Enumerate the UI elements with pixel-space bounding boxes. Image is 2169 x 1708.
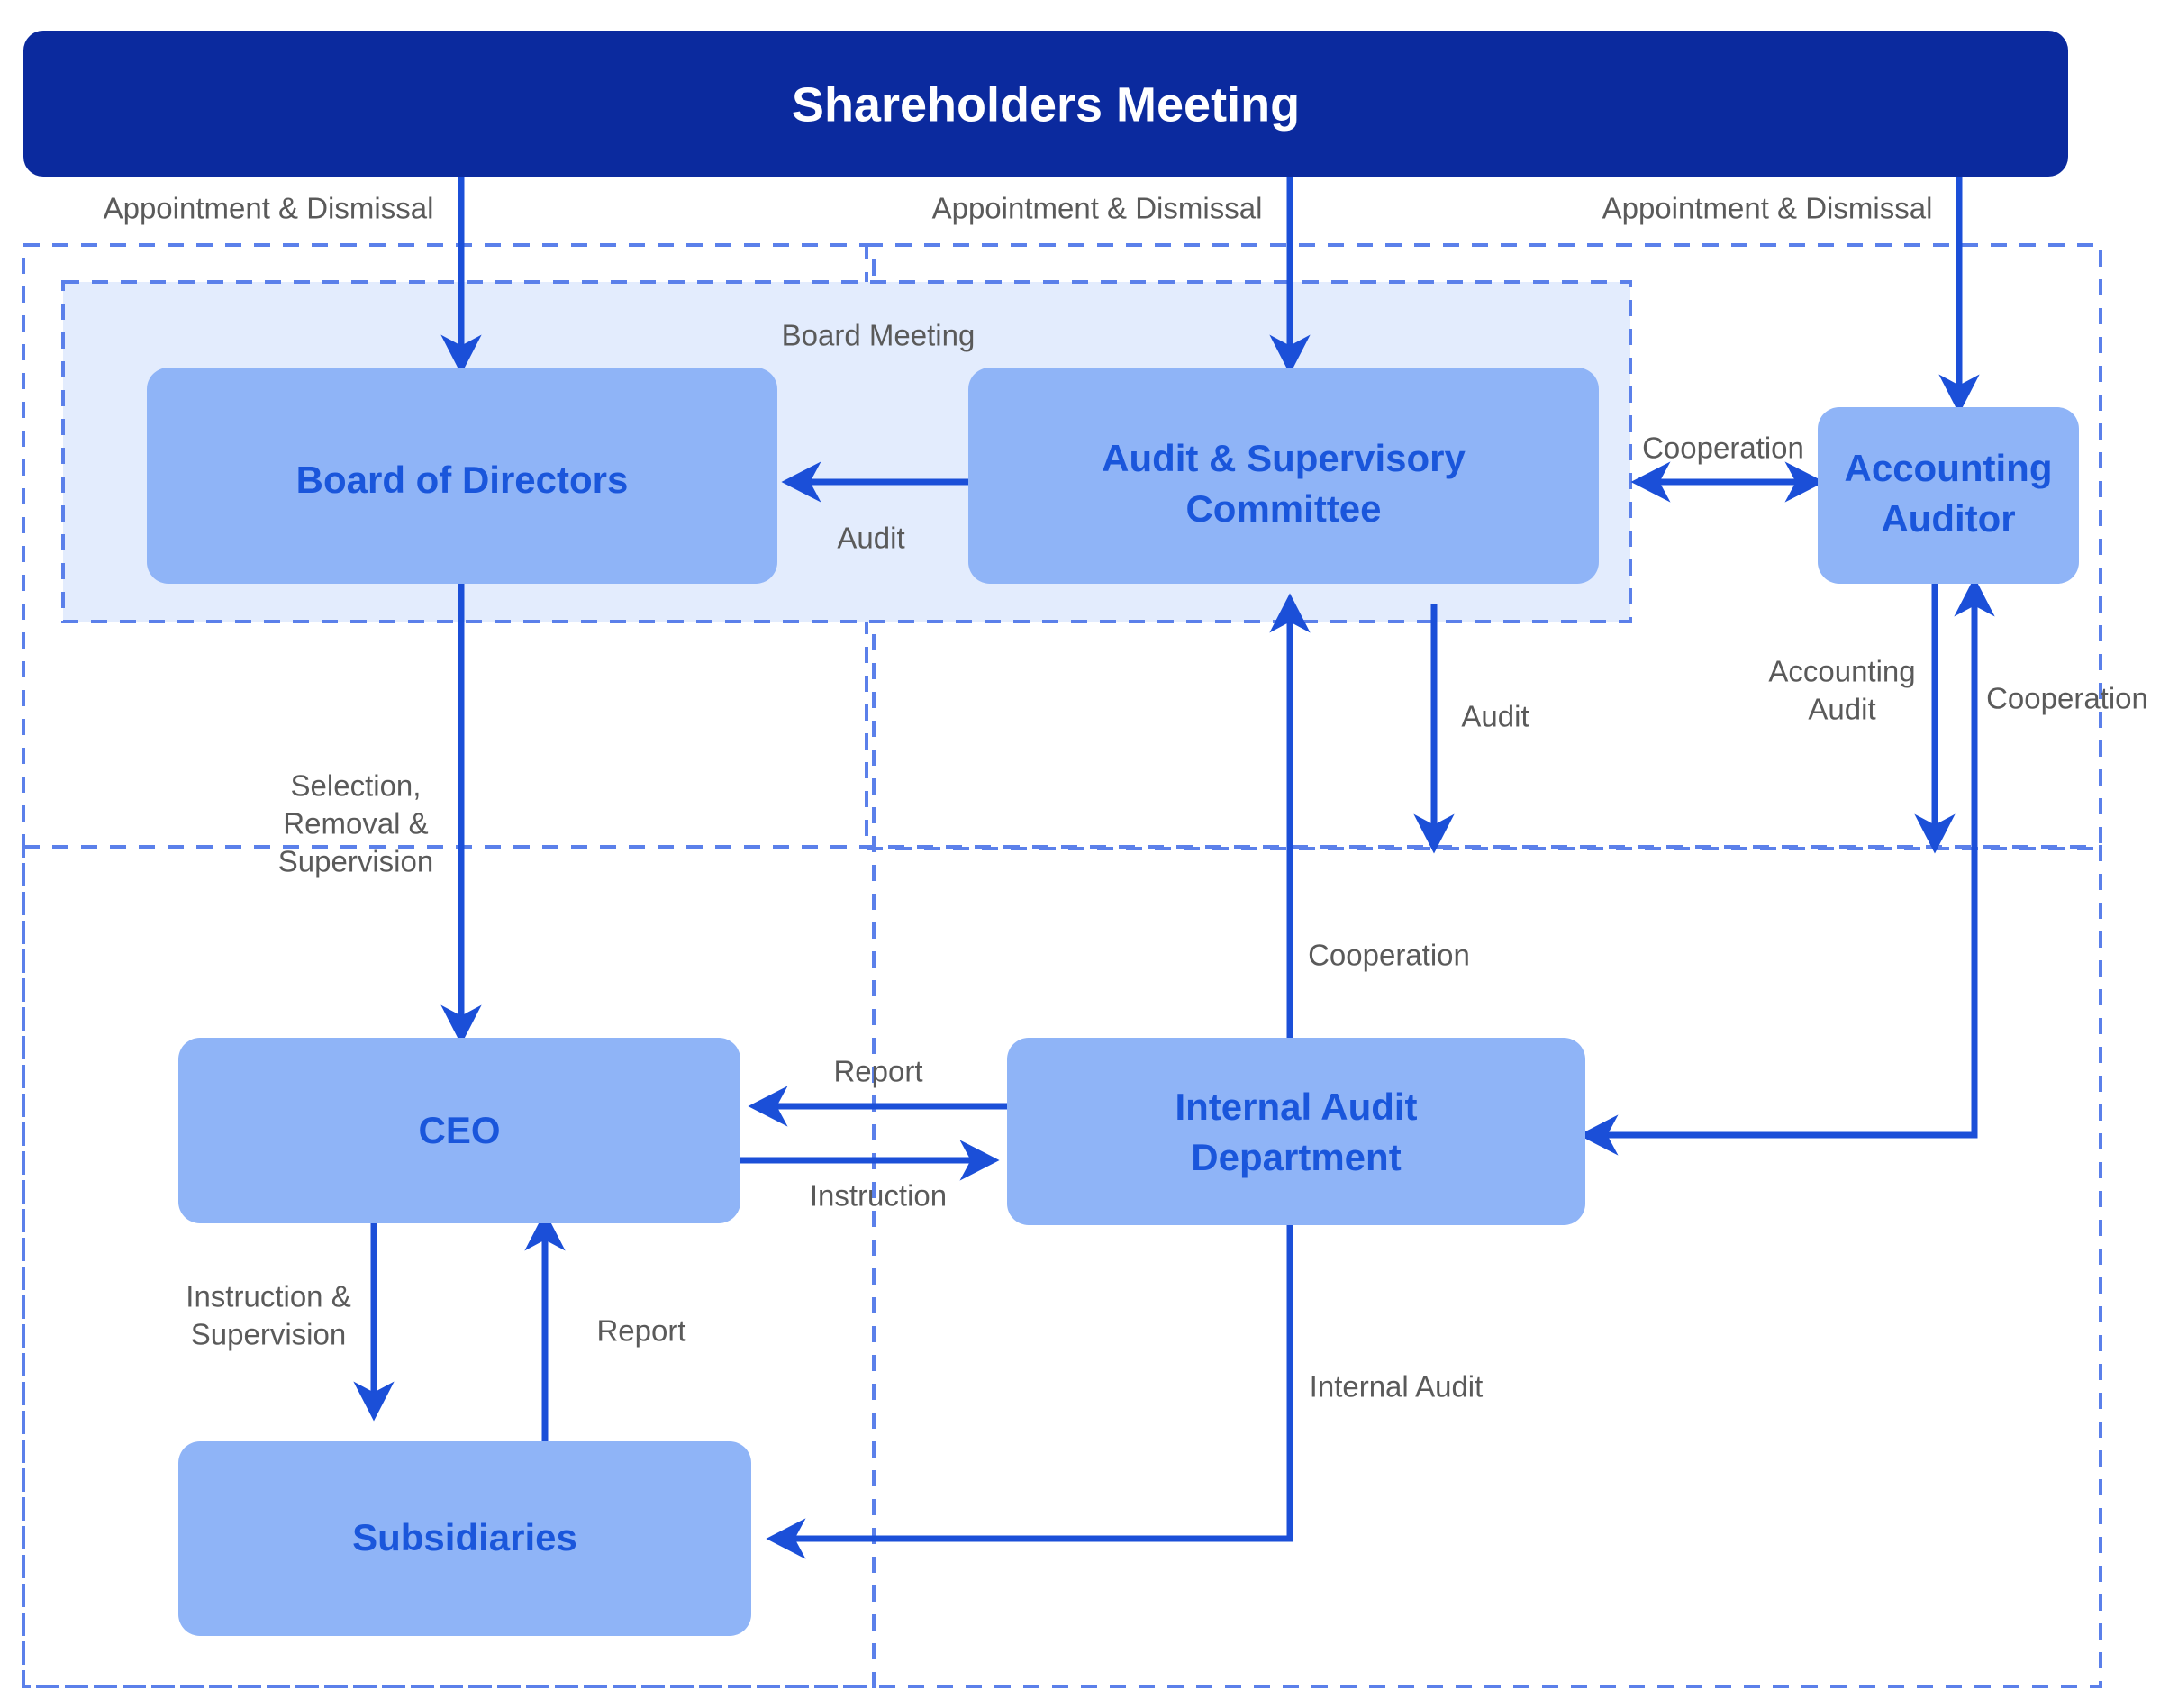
- edge-label-selection-line2: Removal &: [283, 807, 428, 840]
- edge-label-report-iad-ceo: Report: [833, 1055, 922, 1088]
- edge-label-cooperation-asc-aa: Cooperation: [1642, 432, 1804, 465]
- zone-board-meeting-label: Board Meeting: [782, 319, 976, 352]
- node-board-of-directors-label: Board of Directors: [296, 459, 629, 501]
- edge-label-instruction-supervision-line1: Instruction &: [186, 1280, 350, 1313]
- node-subsidiaries-label: Subsidiaries: [352, 1516, 577, 1558]
- node-ceo[interactable]: CEO: [178, 1038, 740, 1223]
- node-subsidiaries[interactable]: Subsidiaries: [178, 1441, 751, 1636]
- arrow-internal-audit-to-subsidiaries: [766, 1225, 1293, 1559]
- node-audit-supervisory-committee-label-line2: Committee: [1185, 487, 1381, 530]
- edge-label-audit-asc-to-bod: Audit: [837, 522, 904, 555]
- node-board-of-directors[interactable]: Board of Directors: [147, 368, 777, 584]
- node-audit-supervisory-committee-label-line1: Audit & Supervisory: [1102, 437, 1466, 479]
- node-internal-audit-department-label-line1: Internal Audit: [1175, 1086, 1417, 1128]
- edge-label-instruction-supervision-line2: Supervision: [191, 1318, 346, 1351]
- node-audit-supervisory-committee[interactable]: Audit & Supervisory Committee: [968, 368, 1599, 584]
- node-accounting-auditor-label-line1: Accounting: [1845, 447, 2053, 489]
- node-accounting-auditor-label-line2: Auditor: [1881, 497, 2015, 540]
- node-accounting-auditor[interactable]: Accounting Auditor: [1818, 407, 2079, 584]
- edge-label-instruction-ceo-iad: Instruction: [810, 1179, 947, 1213]
- edge-label-audit-asc-to-iad: Audit: [1461, 700, 1529, 733]
- node-shareholders-meeting-label: Shareholders Meeting: [792, 77, 1300, 132]
- edge-label-report-sub-ceo: Report: [596, 1314, 685, 1348]
- edge-label-cooperation-iad-asc: Cooperation: [1308, 939, 1470, 972]
- node-shareholders-meeting[interactable]: Shareholders Meeting: [23, 31, 2068, 177]
- edge-label-selection-line3: Supervision: [278, 845, 433, 878]
- node-internal-audit-department[interactable]: Internal Audit Department: [1007, 1038, 1585, 1225]
- edge-label-accounting-audit-line1: Accounting: [1768, 655, 1915, 688]
- edge-label-appointment-dismissal-bod: Appointment & Dismissal: [104, 192, 434, 225]
- corporate-governance-structure-diagram: Board Meeting Appointment & Dismissal Ap…: [22, 31, 2148, 1688]
- node-internal-audit-department-label-line2: Department: [1191, 1136, 1401, 1178]
- edge-label-internal-audit-iad-sub: Internal Audit: [1310, 1370, 1484, 1404]
- edge-label-appointment-dismissal-asc: Appointment & Dismissal: [932, 192, 1263, 225]
- edge-label-appointment-dismissal-aa: Appointment & Dismissal: [1602, 192, 1933, 225]
- node-ceo-label: CEO: [418, 1109, 500, 1151]
- edge-label-accounting-audit-line2: Audit: [1808, 693, 1875, 726]
- governance-diagram-canvas: Board Meeting Appointment & Dismissal Ap…: [0, 0, 2169, 1708]
- edge-label-selection-line1: Selection,: [291, 769, 422, 803]
- edge-label-cooperation-aa-iad: Cooperation: [1986, 682, 2148, 715]
